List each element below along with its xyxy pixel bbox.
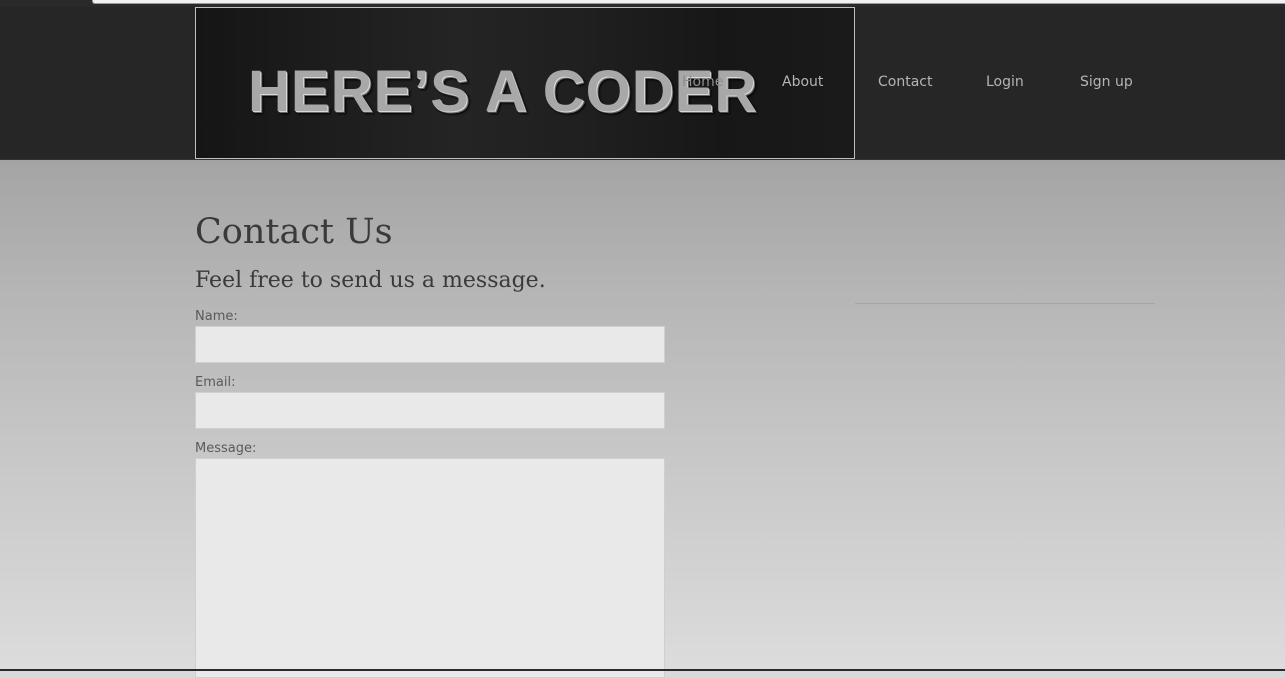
browser-top-strip — [0, 0, 1285, 7]
message-label: Message: — [195, 441, 257, 456]
nav-home-link[interactable]: Home — [682, 74, 723, 90]
page-subtitle: Feel free to send us a message. — [195, 268, 546, 293]
browser-url-bar-edge — [92, 0, 1285, 4]
name-label: Name: — [195, 309, 238, 324]
email-label: Email: — [195, 375, 236, 390]
nav-about-link[interactable]: About — [782, 74, 823, 90]
sidebar-divider — [855, 303, 1155, 304]
main-content: Contact Us Feel free to send us a messag… — [0, 160, 1285, 678]
email-input[interactable] — [195, 392, 665, 429]
name-input[interactable] — [195, 326, 665, 363]
page-title: Contact Us — [195, 212, 393, 252]
main-nav: Home About Contact Login Sign up — [0, 7, 1285, 159]
nav-contact-link[interactable]: Contact — [878, 74, 932, 90]
message-textarea[interactable] — [195, 458, 665, 678]
nav-login-link[interactable]: Login — [986, 74, 1024, 90]
nav-signup-link[interactable]: Sign up — [1080, 74, 1133, 90]
